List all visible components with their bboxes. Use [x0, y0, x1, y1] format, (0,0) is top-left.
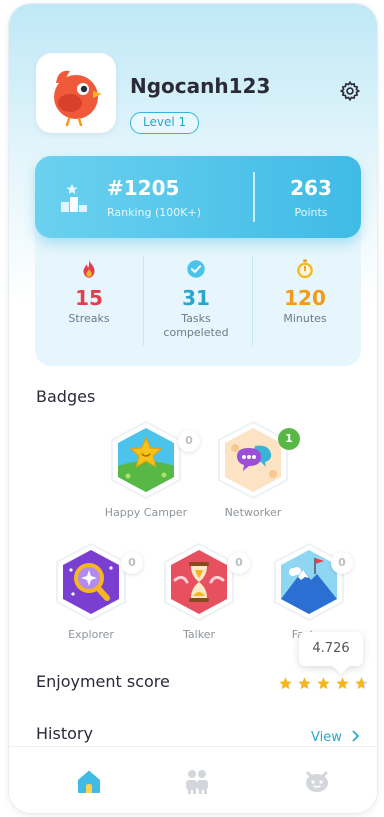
metric-label: Streaks [68, 312, 110, 325]
rating-stars [278, 676, 369, 692]
badge-name: Talker [183, 628, 215, 641]
badge-count: 0 [228, 552, 250, 574]
star-icon [278, 676, 293, 691]
podium-icon [61, 184, 87, 212]
enjoyment-title: Enjoyment score [36, 672, 170, 691]
badge-name: Happy Camper [104, 506, 188, 519]
pet-face-icon[interactable] [303, 767, 331, 795]
ranking-label: Ranking (100K+) [107, 206, 201, 219]
badge-count: 0 [178, 430, 200, 452]
app-screen: Ngocanh123 Level 1 #1205 Ranking (100K+)… [9, 4, 377, 813]
view-history-link[interactable]: View [311, 730, 362, 745]
metric-streaks: 15 Streaks [39, 258, 139, 326]
badge-happy-camper[interactable]: Happy Camper [101, 418, 191, 519]
metric-value: 31 [182, 286, 210, 310]
flame-icon [83, 259, 95, 278]
badge-count: 0 [121, 552, 143, 574]
red-bird-avatar-icon [54, 70, 102, 127]
points-label: Points [294, 206, 328, 219]
friends-icon[interactable] [183, 767, 211, 795]
view-label: View [311, 730, 342, 745]
hourglass-badge-icon [164, 542, 234, 622]
star-icon [316, 676, 331, 691]
stopwatch-icon [297, 259, 313, 279]
home-icon[interactable] [75, 767, 103, 795]
star-icon [335, 676, 350, 691]
magnifier-badge-icon [56, 542, 126, 622]
check-circle-icon [187, 260, 205, 278]
bottom-nav [9, 746, 377, 813]
divider [253, 172, 255, 222]
badge-count: 1 [278, 428, 300, 450]
divider [143, 256, 144, 346]
metric-minutes: 120 Minutes [255, 258, 355, 326]
ranking-points-banner: #1205 Ranking (100K+) 263 Points [35, 156, 361, 238]
metric-tasks: 31 Tasks compeleted [146, 258, 246, 340]
badge-name: Explorer [68, 628, 114, 641]
points-value: 263 [290, 176, 332, 200]
metric-value: 15 [75, 286, 103, 310]
metric-label: Minutes [283, 312, 327, 325]
chevron-right-icon [352, 730, 360, 742]
badge-name: Networker [224, 506, 282, 519]
half-star-icon [354, 676, 369, 691]
star-meadow-badge-icon [111, 420, 181, 500]
badges-title: Badges [36, 387, 96, 406]
metric-label: Tasks compeleted [163, 312, 229, 339]
avatar[interactable] [36, 53, 116, 133]
star-icon [297, 676, 312, 691]
ranking-value: #1205 [107, 176, 180, 200]
metric-value: 120 [284, 286, 326, 310]
badge-count: 0 [331, 552, 353, 574]
score-tooltip: 4.726 [299, 632, 363, 666]
history-title: History [36, 724, 93, 743]
username: Ngocanh123 [130, 74, 271, 98]
level-badge: Level 1 [130, 112, 200, 134]
divider [252, 256, 253, 346]
gear-icon[interactable] [339, 80, 361, 102]
